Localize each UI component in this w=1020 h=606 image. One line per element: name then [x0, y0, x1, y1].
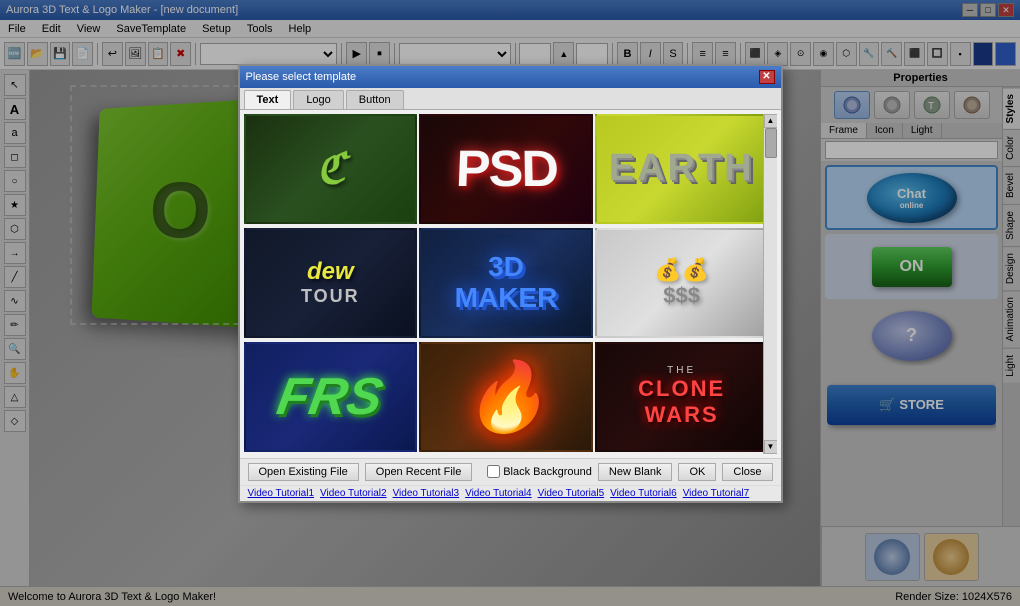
template-item-8[interactable]: 🔥 [419, 342, 593, 452]
scroll-down-arrow[interactable]: ▼ [764, 440, 777, 454]
open-existing-button[interactable]: Open Existing File [248, 463, 359, 481]
tutorial-link-4[interactable]: Video Tutorial4 [465, 488, 532, 499]
template-label-8: 🔥 [464, 357, 549, 437]
template-item-9[interactable]: THE CLONEWARS [595, 342, 769, 452]
template-item-2[interactable]: PSD [419, 114, 593, 224]
tutorial-link-2[interactable]: Video Tutorial2 [320, 488, 387, 499]
template-label-4: dew TOUR [301, 258, 360, 307]
template-label-9: THE CLONEWARS [638, 365, 725, 428]
scroll-track [764, 128, 777, 440]
modal-tab-text[interactable]: Text [244, 90, 292, 109]
modal-tab-button[interactable]: Button [346, 90, 404, 109]
template-label-6: 💰💰$$$ [654, 257, 709, 309]
template-modal: Please select template ✕ Text Logo Butto… [238, 64, 783, 503]
template-scrollbar: ▲ ▼ [763, 114, 777, 454]
template-label-2: PSD [454, 140, 558, 199]
modal-titlebar: Please select template ✕ [240, 66, 781, 88]
ok-button[interactable]: OK [678, 463, 716, 481]
tutorial-links: Video Tutorial1 Video Tutorial2 Video Tu… [240, 485, 781, 501]
template-item-6[interactable]: 💰💰$$$ [595, 228, 769, 338]
template-item-5[interactable]: 3DMAKER [419, 228, 593, 338]
tutorial-link-3[interactable]: Video Tutorial3 [393, 488, 460, 499]
open-recent-button[interactable]: Open Recent File [365, 463, 473, 481]
modal-body: ℭ PSD EARTH dew TOUR [240, 110, 781, 458]
black-bg-check: Black Background [487, 465, 592, 478]
template-item-1[interactable]: ℭ [244, 114, 418, 224]
scroll-up-arrow[interactable]: ▲ [764, 114, 777, 128]
modal-close-button[interactable]: ✕ [759, 70, 775, 84]
modal-overlay: Please select template ✕ Text Logo Butto… [0, 0, 1020, 606]
template-label-1: ℭ [316, 144, 345, 194]
modal-title: Please select template [246, 71, 357, 83]
template-label-5: 3DMAKER [455, 252, 558, 314]
scroll-thumb[interactable] [765, 128, 777, 158]
modal-tab-logo[interactable]: Logo [293, 90, 343, 109]
tutorial-link-5[interactable]: Video Tutorial5 [538, 488, 605, 499]
template-item-4[interactable]: dew TOUR [244, 228, 418, 338]
new-blank-button[interactable]: New Blank [598, 463, 673, 481]
tutorial-link-7[interactable]: Video Tutorial7 [683, 488, 750, 499]
close-button-modal[interactable]: Close [722, 463, 772, 481]
black-bg-label: Black Background [503, 466, 592, 478]
template-label-3: EARTH [609, 147, 755, 190]
modal-footer: Open Existing File Open Recent File Blac… [240, 458, 781, 485]
template-item-3[interactable]: EARTH [595, 114, 769, 224]
template-label-7: FRS [273, 367, 388, 427]
template-grid: ℭ PSD EARTH dew TOUR [244, 114, 769, 454]
template-item-7[interactable]: FRS [244, 342, 418, 452]
template-container: ℭ PSD EARTH dew TOUR [244, 114, 777, 454]
black-bg-checkbox[interactable] [487, 465, 500, 478]
tutorial-link-6[interactable]: Video Tutorial6 [610, 488, 677, 499]
modal-tabs: Text Logo Button [240, 88, 781, 110]
tutorial-link-1[interactable]: Video Tutorial1 [248, 488, 315, 499]
